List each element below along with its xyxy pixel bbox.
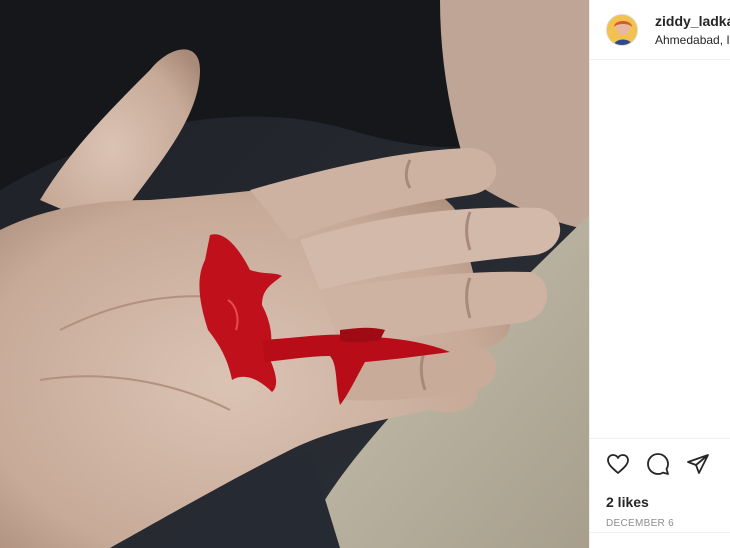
speech-bubble-icon[interactable]: [646, 452, 670, 476]
heart-outline-icon[interactable]: [606, 452, 630, 476]
avatar-image: [607, 14, 637, 45]
paper-plane-icon[interactable]: [686, 452, 710, 476]
post-actions: 2 likes DECEMBER 6: [590, 438, 730, 530]
location-link[interactable]: Ahmedabad, India: [655, 32, 730, 48]
post-header: ziddy_ladka9 Ahmedabad, India: [590, 0, 730, 60]
likes-count[interactable]: 2 likes: [606, 493, 730, 511]
post-photo: [0, 0, 589, 548]
post-image[interactable]: [0, 0, 589, 548]
post-date[interactable]: DECEMBER 6: [606, 518, 730, 530]
comments-area: [590, 60, 730, 437]
divider: [590, 532, 730, 533]
avatar[interactable]: [606, 13, 638, 46]
post-side-panel: ziddy_ladka9 Ahmedabad, India 2 likes DE…: [589, 0, 730, 548]
username-link[interactable]: ziddy_ladka9: [655, 12, 730, 30]
action-bar: [606, 451, 730, 477]
